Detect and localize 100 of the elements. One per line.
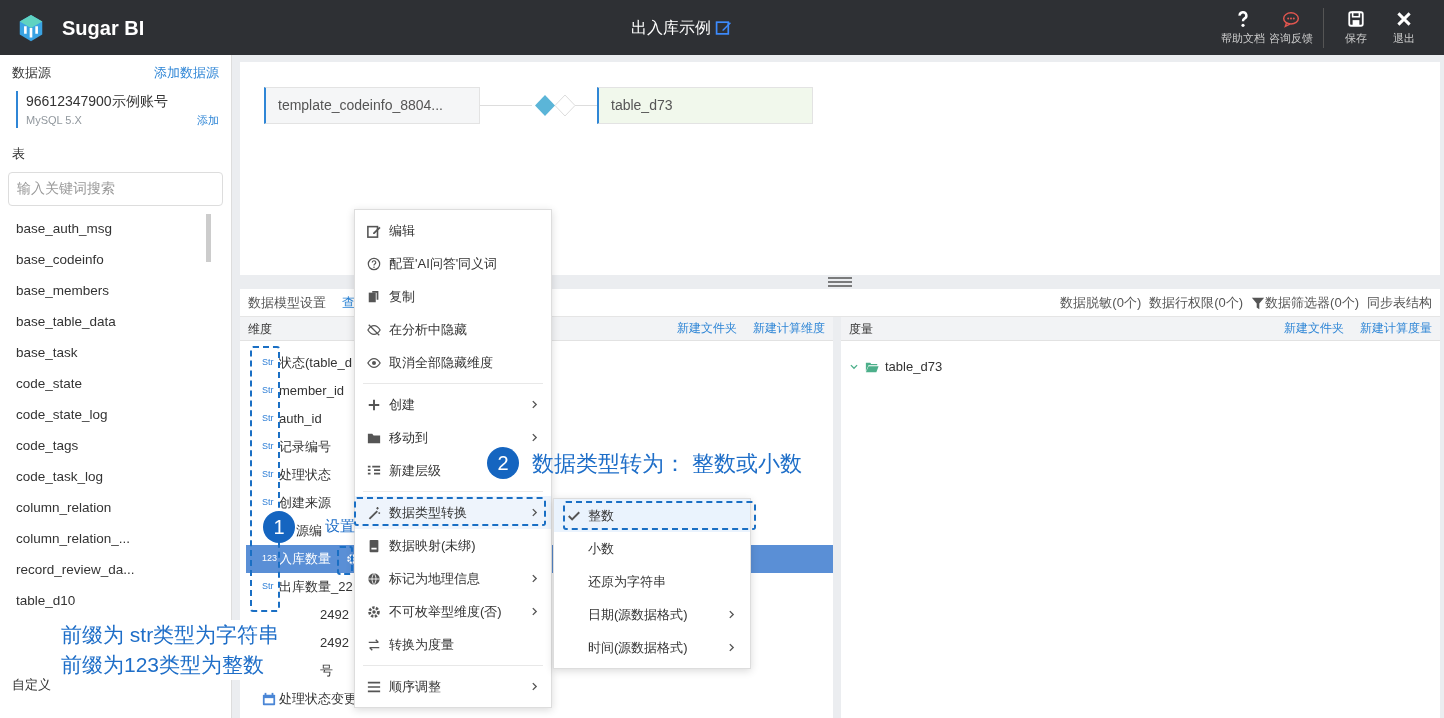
datasource-item[interactable]: 96612347900示例账号 MySQL 5.X 添加 [16, 90, 223, 128]
menu-item[interactable]: 整数 [554, 499, 750, 532]
annotation-text: 前缀为123类型为整数 [61, 652, 266, 678]
section-heading: 数据源 [12, 64, 51, 82]
toolbar-button[interactable]: 退出 [1380, 9, 1428, 46]
book-icon [367, 538, 381, 553]
toolbar-link[interactable]: 同步表结构 [1367, 292, 1432, 313]
type-label: Str [262, 469, 274, 480]
panel-link[interactable]: 新建文件夹 [1284, 319, 1344, 338]
table-item[interactable]: code_task_log [16, 466, 104, 488]
search-field[interactable]: 输入关键词搜索 [8, 171, 223, 206]
dimension-name[interactable]: 创建来源 [279, 493, 331, 513]
dashed-highlight [337, 546, 353, 575]
table-item[interactable]: table_d10 [16, 590, 76, 612]
menu-item[interactable]: 日期(源数据格式) [554, 598, 750, 631]
menu-item[interactable]: 在分析中隐藏 [355, 313, 479, 346]
edit-icon [367, 223, 381, 238]
check-icon [568, 509, 580, 522]
table-item[interactable]: base_task [16, 342, 78, 364]
view-link[interactable]: 查 [342, 292, 355, 313]
dimension-name[interactable]: 号 [320, 661, 333, 681]
table-item[interactable]: base_members [16, 280, 110, 302]
chevron-right-icon [530, 400, 539, 409]
app-name: Sugar BI [62, 15, 145, 41]
dimension-name[interactable]: auth_id [279, 409, 322, 429]
type-label: Str [262, 413, 274, 424]
gear-icon [367, 604, 381, 619]
type-label: Str [262, 581, 274, 592]
dimension-name[interactable]: 源编 [296, 521, 322, 541]
table-item[interactable]: base_codeinfo [16, 249, 104, 271]
panel-link[interactable]: 新建计算度量 [1360, 319, 1432, 338]
chat-icon [1282, 9, 1300, 28]
chevron-right-icon [727, 610, 736, 619]
table-item[interactable]: record_review_da... [16, 559, 135, 581]
menu-item[interactable]: 新建层级 [355, 454, 453, 487]
menu-item[interactable]: 还原为字符串 [554, 565, 750, 598]
menu-item[interactable]: 数据映射(未绑) [355, 529, 488, 562]
section-heading: 自定义 [11, 675, 52, 694]
table-node[interactable]: table_d73 [597, 87, 813, 124]
menu-item[interactable]: 复制 [355, 280, 427, 313]
copy-icon [367, 289, 381, 304]
menu-item[interactable]: 时间(源数据格式) [554, 631, 750, 664]
menu-item[interactable]: 不可枚举型维度(否) [355, 595, 551, 628]
globe-icon [367, 571, 381, 586]
annotation-label: 设置 [325, 516, 355, 536]
list-icon [367, 679, 381, 694]
menu-item[interactable]: 标记为地理信息 [355, 562, 551, 595]
table-item[interactable]: code_tags [16, 435, 79, 457]
panel-link[interactable]: 新建文件夹 [677, 319, 737, 338]
edit-icon[interactable] [715, 19, 733, 36]
save-icon [1347, 9, 1365, 28]
dimension-name[interactable]: member_id [279, 381, 345, 401]
menu-item[interactable]: 顺序调整 [355, 670, 551, 703]
dimension-name[interactable]: 出库数量_22 [279, 577, 353, 597]
annotation-text: 前缀为 str类型为字符串 [61, 622, 280, 648]
menu-item[interactable]: 数据类型转换 [355, 496, 551, 529]
toolbar-button[interactable]: 保存 [1332, 9, 1380, 46]
menu-item[interactable]: 创建 [355, 388, 551, 421]
plus-icon [367, 397, 381, 412]
toolbar-button[interactable]: 咨询反馈 [1267, 9, 1315, 46]
table-item[interactable]: column_relation [16, 497, 112, 519]
close-icon [1395, 9, 1413, 28]
toolbar-link[interactable]: 数据行权限(0个) [1149, 292, 1244, 313]
resize-handle[interactable] [828, 277, 852, 287]
dimension-name[interactable]: 状态(table_d [279, 353, 352, 373]
type-label: Str [262, 497, 274, 508]
document-title: 出入库示例 [631, 17, 712, 38]
magic-wand-icon [367, 505, 381, 520]
add-datasource-link[interactable]: 添加数据源 [154, 63, 219, 83]
dimension-name[interactable]: 2492 [320, 633, 349, 653]
type-label: Str [262, 441, 274, 452]
chevron-right-icon [530, 574, 539, 583]
table-item[interactable]: code_state [16, 373, 83, 395]
table-item[interactable]: code_state_log [16, 404, 108, 426]
datasource-name: 96612347900示例账号 [26, 91, 169, 111]
panel-title: 数据模型设置 [248, 293, 326, 312]
help-icon [367, 256, 381, 271]
table-node[interactable]: template_codeinfo_8804... [264, 87, 480, 124]
menu-item[interactable]: 取消全部隐藏维度 [355, 346, 505, 379]
section-heading: 表 [11, 145, 26, 163]
table-item[interactable]: base_auth_msg [16, 218, 113, 240]
table-item[interactable]: column_relation_... [16, 528, 131, 550]
dimension-name[interactable]: 2492 [320, 605, 349, 625]
toolbar-link[interactable]: 数据脱敏(0个) [1060, 292, 1142, 313]
menu-item[interactable]: 编辑 [355, 214, 427, 247]
toolbar-link[interactable]: 数据筛选器(0个) [1251, 292, 1359, 313]
type-label: Str [262, 357, 274, 368]
table-item[interactable]: base_table_data [16, 311, 116, 333]
panel-link[interactable]: 新建计算维度 [753, 319, 825, 338]
dimension-name[interactable]: 处理状态 [279, 465, 331, 485]
tree-node[interactable]: table_d73 [849, 357, 1432, 377]
menu-item[interactable]: 配置'AI问答'同义词 [355, 247, 510, 280]
add-link[interactable]: 添加 [197, 111, 219, 128]
datasource-type: MySQL 5.X [26, 112, 82, 128]
dimension-name[interactable]: 记录编号 [279, 437, 331, 457]
menu-item[interactable]: 转换为度量 [355, 628, 466, 661]
menu-item[interactable]: 小数 [554, 532, 750, 565]
column-heading: 维度 [248, 320, 272, 338]
chevron-right-icon [530, 682, 539, 691]
toolbar-button[interactable]: 帮助文档 [1219, 9, 1267, 46]
